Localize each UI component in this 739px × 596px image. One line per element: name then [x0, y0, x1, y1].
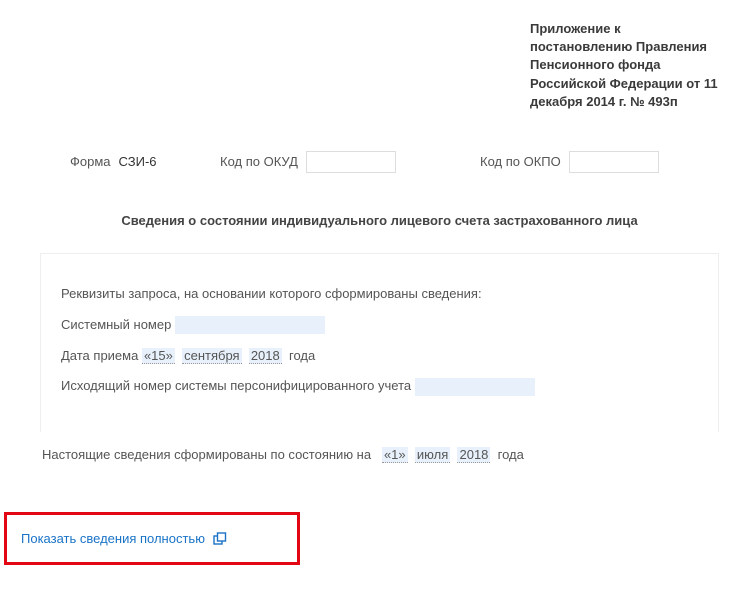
date-prefix: Дата приема [61, 348, 138, 363]
outgoing-number-value [415, 378, 535, 396]
system-number-line: Системный номер [61, 315, 698, 336]
date-day: «15» [142, 348, 175, 364]
form-name-label: Форма [70, 154, 111, 169]
form-meta-row: Форма СЗИ-6 Код по ОКУД Код по ОКПО [40, 151, 719, 173]
outgoing-number-line: Исходящий номер системы персонифицирован… [61, 376, 698, 397]
form-name-value: СЗИ-6 [119, 154, 157, 169]
okpo-label: Код по ОКПО [480, 154, 561, 169]
date-suffix: года [289, 348, 315, 363]
okud-group: Код по ОКУД [220, 151, 480, 173]
date-year: 2018 [249, 348, 282, 364]
document-body: Приложение к постановлению Правления Пен… [0, 0, 739, 512]
status-month: июля [415, 447, 450, 463]
request-details-box: Реквизиты запроса, на основании которого… [40, 253, 719, 432]
document-title: Сведения о состоянии индивидуального лиц… [40, 213, 719, 228]
action-bar: Показать сведения полностью [4, 512, 300, 565]
acceptance-date-line: Дата приема «15» сентября 2018 года [61, 346, 698, 367]
okud-input[interactable] [306, 151, 396, 173]
okpo-group: Код по ОКПО [480, 151, 659, 173]
attachment-header: Приложение к постановлению Правления Пен… [530, 20, 719, 111]
status-suffix: года [498, 447, 524, 462]
status-prefix: Настоящие сведения сформированы по состо… [42, 447, 371, 462]
request-header-line: Реквизиты запроса, на основании которого… [61, 284, 698, 305]
system-number-value [175, 316, 325, 334]
date-month: сентября [182, 348, 241, 364]
expand-icon [213, 532, 227, 546]
status-line: Настоящие сведения сформированы по состо… [40, 447, 719, 462]
system-number-label: Системный номер [61, 317, 171, 332]
okpo-input[interactable] [569, 151, 659, 173]
show-full-link[interactable]: Показать сведения полностью [21, 531, 227, 546]
show-full-label: Показать сведения полностью [21, 531, 205, 546]
outgoing-number-label: Исходящий номер системы персонифицирован… [61, 378, 411, 393]
status-day: «1» [382, 447, 408, 463]
form-name-group: Форма СЗИ-6 [70, 154, 220, 169]
okud-label: Код по ОКУД [220, 154, 298, 169]
status-year: 2018 [457, 447, 490, 463]
